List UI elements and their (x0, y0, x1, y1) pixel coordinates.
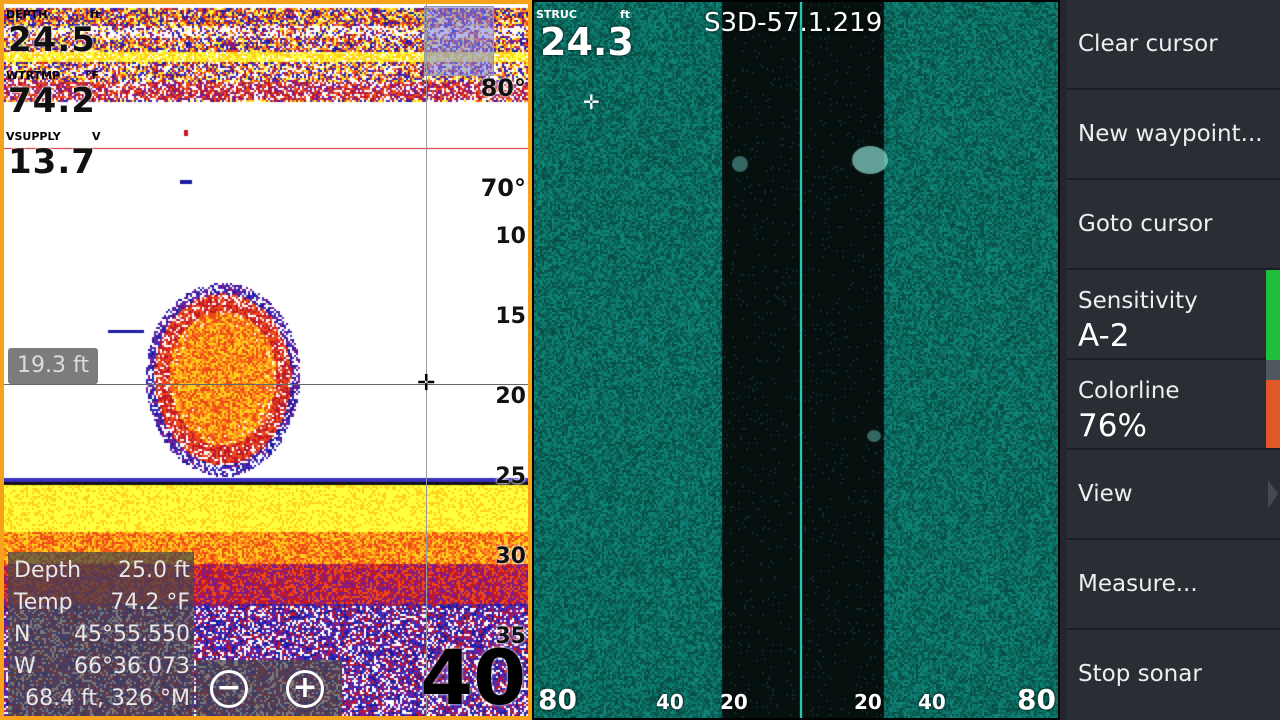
menu-new-waypoint[interactable]: New waypoint... (1066, 90, 1280, 180)
menu-item-label: Sensitivity (1078, 288, 1198, 314)
water-temp-value: 74.2 (8, 81, 96, 121)
sonar-preview-window[interactable] (424, 6, 494, 76)
colorline-level-track (1266, 360, 1280, 380)
temp-mark-70: 70° (480, 174, 526, 202)
sidescan-image[interactable] (534, 2, 1058, 718)
range-label-right-80: 80 (1017, 683, 1056, 716)
menu-item-label: Clear cursor (1078, 31, 1218, 57)
range-label-left-80: 80 (538, 683, 577, 716)
crosshair-cursor-icon[interactable]: ✛ (417, 373, 435, 395)
depth-value: 24.5 (8, 20, 96, 60)
zoom-controls: − + (196, 660, 342, 716)
depth-scale-15: 15 (495, 304, 526, 329)
menu-stop-sonar[interactable]: Stop sonar (1066, 630, 1280, 720)
menu-item-label: New waypoint... (1078, 121, 1263, 147)
range-label-right-20: 20 (854, 690, 882, 714)
info-value: 25.0 ft (118, 558, 190, 583)
crosshair-cursor-icon[interactable]: ✛ (583, 90, 600, 114)
struc-depth-value: 24.3 (540, 20, 634, 64)
depth-scale-20: 20 (495, 384, 526, 409)
menu-clear-cursor[interactable]: Clear cursor (1066, 0, 1280, 90)
temp-mark-80: 80° (480, 74, 526, 102)
range-label-right-40: 40 (918, 690, 946, 714)
menu-item-label: Colorline (1078, 378, 1180, 404)
menu-item-label: Goto cursor (1078, 211, 1213, 237)
menu-sensitivity[interactable]: Sensitivity A-2 (1066, 270, 1280, 360)
range-readout: 40 (420, 633, 526, 720)
info-value: 68.4 ft, 326 °M (25, 686, 190, 711)
info-key: Temp (14, 590, 73, 615)
cursor-vertical-line (426, 4, 427, 716)
menu-item-value: A-2 (1078, 318, 1130, 354)
range-label-left-20: 20 (720, 690, 748, 714)
cursor-depth-readout: 19.3 ft (8, 348, 98, 384)
info-value: 66°36.073 (74, 654, 190, 679)
submenu-arrow-icon (1268, 480, 1278, 508)
range-label-left-40: 40 (656, 690, 684, 714)
menu-measure[interactable]: Measure... (1066, 540, 1280, 630)
menu-item-label: View (1078, 481, 1133, 507)
sidescan-title: S3D-57.1.219 (704, 8, 883, 38)
menu-item-value: 76% (1078, 408, 1147, 444)
menu-goto-cursor[interactable]: Goto cursor (1066, 180, 1280, 270)
menu-item-label: Stop sonar (1078, 661, 1202, 687)
info-value: 74.2 °F (110, 590, 190, 615)
sensitivity-level-bar (1266, 270, 1280, 360)
colorline-level-bar (1266, 380, 1280, 448)
menu-item-label: Measure... (1078, 571, 1198, 597)
depth-scale-30: 30 (495, 544, 526, 569)
sonar-pane[interactable]: DEPTH ft 24.5 WTRTMP °F 74.2 VSUPPLY V 1… (0, 0, 532, 720)
menu-view[interactable]: View (1066, 450, 1280, 540)
zoom-out-button[interactable]: − (210, 670, 248, 708)
cursor-horizontal-line (4, 384, 528, 385)
depth-scale-25: 25 (495, 464, 526, 489)
info-key: W (14, 654, 36, 679)
vsupply-value: 13.7 (8, 142, 96, 182)
zoom-in-button[interactable]: + (286, 670, 324, 708)
info-value: 45°55.550 (74, 622, 190, 647)
depth-scale-10: 10 (495, 224, 526, 249)
info-key: Depth (14, 558, 82, 583)
info-key: N (14, 622, 31, 647)
menu-colorline[interactable]: Colorline 76% (1066, 360, 1280, 450)
cursor-info-box: Depth 25.0 ft Temp 74.2 °F N 45°55.550 W… (8, 552, 194, 716)
context-menu: Clear cursor New waypoint... Goto cursor… (1060, 0, 1280, 720)
sidescan-pane[interactable]: STRUC ft 24.3 S3D-57.1.219 ✛ 80 40 20 20… (534, 2, 1058, 718)
